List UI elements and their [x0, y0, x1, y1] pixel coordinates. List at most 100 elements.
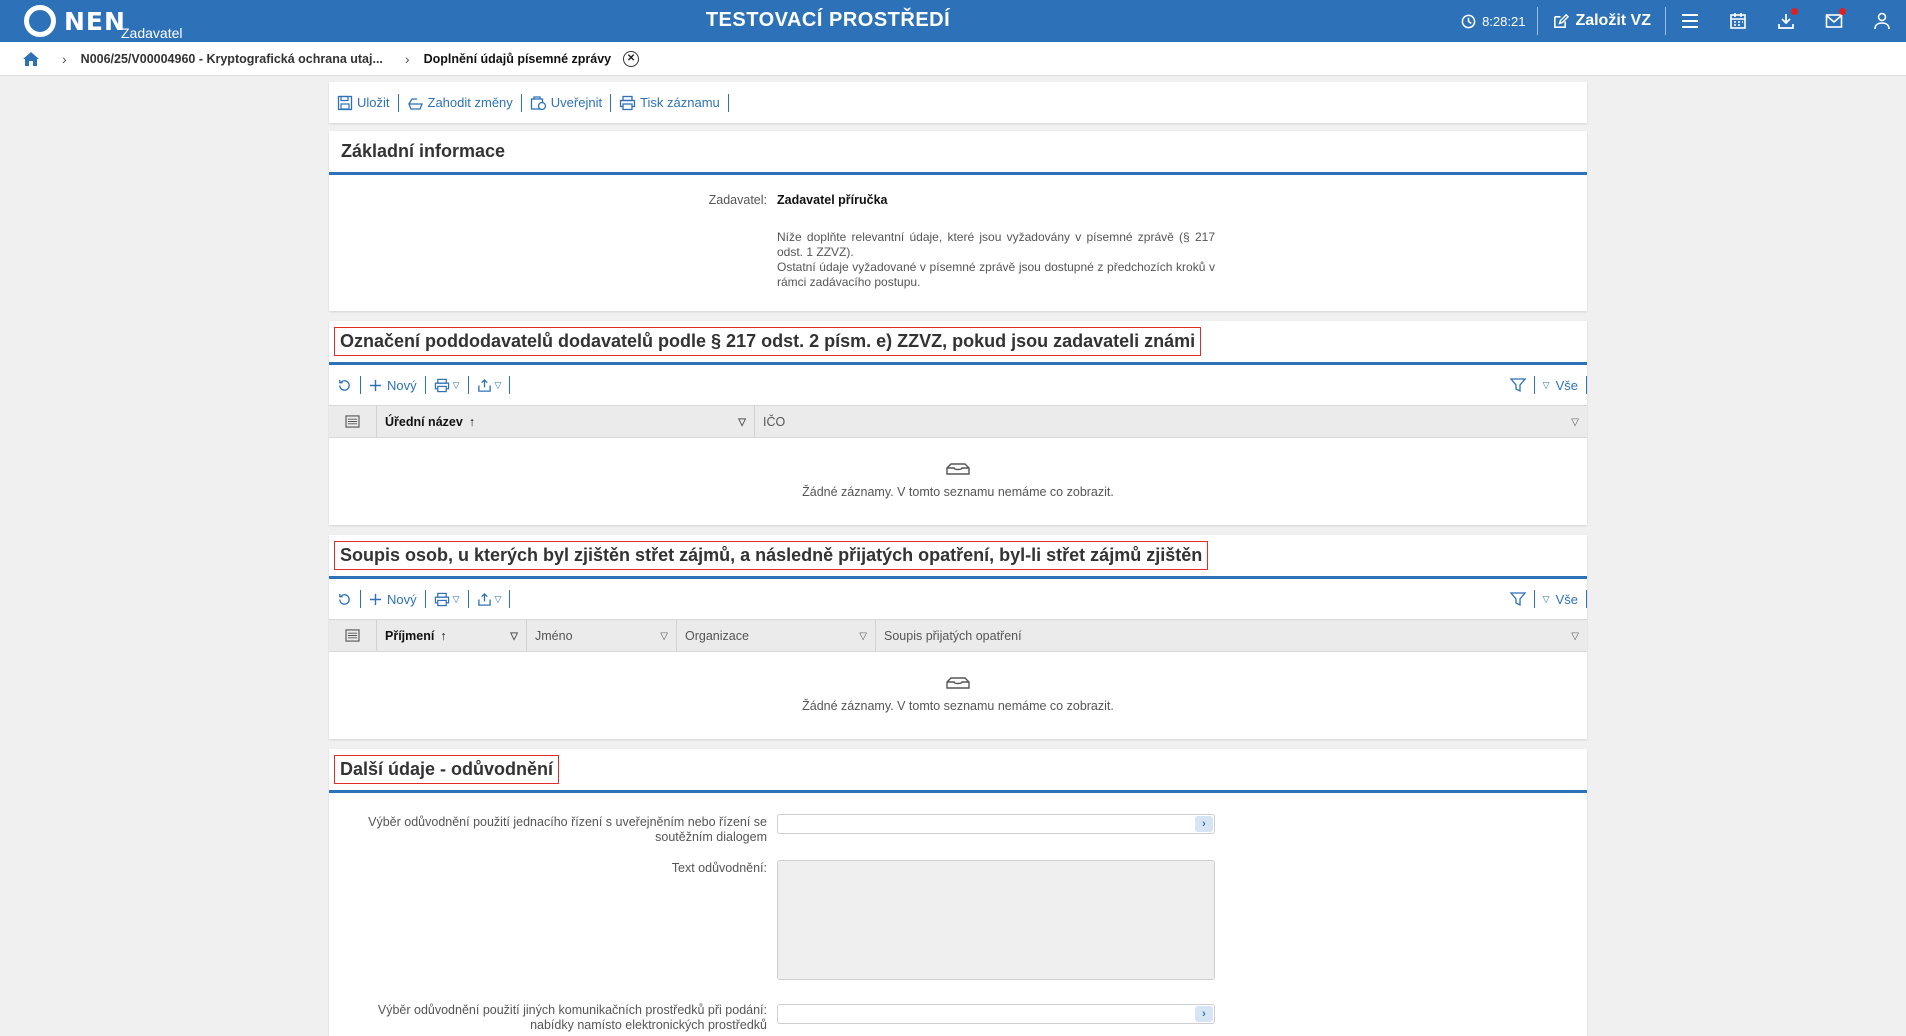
messages-button[interactable]: [1810, 0, 1858, 42]
communication-select[interactable]: ›: [777, 1004, 1215, 1024]
breadcrumb: › N006/25/V00004960 - Kryptografická och…: [0, 42, 1906, 76]
justification-panel: Další údaje - odůvodnění Výběr odůvodněn…: [329, 749, 1587, 1036]
column-settings-button[interactable]: [329, 406, 377, 437]
filter-all-label: Vše: [1555, 591, 1578, 607]
publish-button[interactable]: Uveřejnit: [530, 95, 602, 111]
printer-icon: [434, 378, 449, 392]
column-name-label: Úřední název: [385, 414, 463, 429]
breadcrumb-item-tender[interactable]: N006/25/V00004960 - Kryptografická ochra…: [81, 52, 383, 66]
printer-icon: [434, 592, 449, 606]
empty-state: Žádné záznamy. V tomto seznamu nemáme co…: [329, 438, 1587, 524]
column-menu-caret-icon[interactable]: ▽: [738, 417, 746, 428]
grid-toolbar: Nový ▽ ▽ ▽ Vše: [329, 365, 1587, 405]
filter-all-dropdown[interactable]: ▽ Vše: [1543, 378, 1578, 393]
column-settings-icon: [345, 629, 360, 642]
caret-down-icon: ▽: [452, 593, 460, 604]
envelope-icon: [1825, 14, 1843, 28]
refresh-button[interactable]: [337, 378, 352, 393]
action-toolbar: Uložit Zahodit změny Uveřejnit Tisk zázn…: [329, 82, 1587, 123]
info-note-line2: Ostatní údaje vyžadované v písemné zpráv…: [777, 260, 1215, 289]
column-menu-caret-icon[interactable]: ▽: [510, 631, 518, 642]
calendar-icon: [1730, 13, 1746, 29]
column-header-organization[interactable]: Organizace ▽: [677, 620, 876, 651]
empty-message: Žádné záznamy. V tomto seznamu nemáme co…: [802, 485, 1114, 499]
save-button[interactable]: Uložit: [337, 95, 390, 111]
print-record-button[interactable]: Tisk záznamu: [619, 95, 720, 111]
column-firstname-label: Jméno: [535, 628, 573, 643]
justification-select[interactable]: ›: [777, 814, 1215, 834]
save-label: Uložit: [357, 95, 390, 110]
divider: [467, 376, 469, 394]
divider: [1533, 376, 1535, 394]
column-settings-button[interactable]: [329, 620, 377, 651]
save-icon: [337, 95, 353, 110]
column-header-measures[interactable]: Soupis přijatých opatření ▽: [876, 620, 1587, 651]
filter-button[interactable]: [1509, 591, 1526, 607]
home-link[interactable]: [22, 51, 40, 67]
column-surname-label: Příjmení: [385, 628, 435, 643]
print-label: Tisk záznamu: [640, 95, 720, 110]
divider: [1586, 590, 1587, 608]
environment-title: TESTOVACÍ PROSTŘEDÍ: [705, 9, 951, 31]
caret-down-icon: ▽: [1542, 593, 1550, 604]
divider: [1533, 590, 1535, 608]
conflicts-title-text: Soupis osob, u kterých byl zjištěn střet…: [334, 541, 1209, 570]
basic-info-panel: Základní informace Zadavatel: Zadavatel …: [329, 131, 1587, 311]
menu-button[interactable]: [1666, 0, 1714, 42]
justification-textarea[interactable]: [777, 860, 1215, 980]
divider: [509, 590, 511, 608]
column-menu-caret-icon[interactable]: ▽: [859, 631, 867, 642]
downloads-button[interactable]: [1762, 0, 1810, 42]
chevron-right-icon[interactable]: ›: [1195, 1006, 1213, 1022]
divider: [360, 376, 361, 394]
sort-up-icon: ↑: [440, 628, 447, 643]
grid-header: Úřední název ↑ ▽ IČO ▽: [329, 405, 1587, 438]
funnel-icon: [1509, 378, 1526, 393]
funnel-icon: [1509, 592, 1526, 607]
column-header-ico[interactable]: IČO ▽: [755, 406, 1587, 437]
chevron-right-icon: ›: [62, 50, 67, 67]
refresh-button[interactable]: [337, 592, 352, 607]
filter-all-dropdown[interactable]: ▽ Vše: [1543, 592, 1578, 607]
column-header-name[interactable]: Úřední název ↑ ▽: [377, 406, 755, 437]
create-vz-button[interactable]: Založit VZ: [1538, 12, 1665, 30]
divider: [360, 590, 361, 608]
divider: [727, 93, 729, 112]
communication-select-label-line1: Výběr odůvodnění použití jiných komunika…: [377, 1003, 767, 1017]
chevron-right-icon[interactable]: ›: [1195, 816, 1213, 832]
column-header-surname[interactable]: Příjmení ↑ ▽: [377, 620, 527, 651]
column-menu-caret-icon[interactable]: ▽: [660, 631, 668, 642]
basic-info-title: Základní informace: [329, 131, 1587, 175]
refresh-icon: [339, 379, 350, 391]
justification-select-label-text: Výběr odůvodnění použití jednacího řízen…: [368, 815, 767, 844]
calendar-button[interactable]: [1714, 0, 1762, 42]
column-header-firstname[interactable]: Jméno ▽: [527, 620, 677, 651]
clock-icon: [1461, 14, 1476, 28]
export-menu-button[interactable]: ▽: [477, 378, 502, 393]
print-menu-button[interactable]: ▽: [434, 592, 460, 607]
column-menu-caret-icon[interactable]: ▽: [1571, 631, 1579, 642]
new-record-label: Nový: [387, 591, 417, 607]
close-tab-icon[interactable]: ✕: [623, 50, 640, 67]
top-bar: NEN Zadavatel TESTOVACÍ PROSTŘEDÍ 8:28:2…: [0, 0, 1906, 42]
discard-changes-button[interactable]: Zahodit změny: [407, 95, 513, 110]
divider: [397, 93, 399, 112]
column-menu-caret-icon[interactable]: ▽: [1571, 417, 1579, 428]
caret-down-icon: ▽: [494, 379, 502, 390]
user-button[interactable]: [1858, 0, 1906, 42]
new-record-button[interactable]: Nový: [369, 378, 417, 393]
print-menu-button[interactable]: ▽: [434, 378, 460, 393]
divider: [424, 590, 426, 608]
plus-icon: [369, 379, 382, 391]
export-icon: [477, 592, 491, 606]
home-icon: [23, 51, 39, 66]
subcontractors-title: Označení poddodavatelů dodavatelů podle …: [329, 321, 1587, 365]
info-note-line1: Níže doplňte relevantní údaje, které jso…: [777, 230, 1215, 259]
export-icon: [477, 378, 491, 392]
new-record-button[interactable]: Nový: [369, 592, 417, 607]
conflicts-title: Soupis osob, u kterých byl zjištěn střet…: [329, 535, 1587, 579]
sort-up-icon: ↑: [468, 414, 476, 429]
divider: [467, 590, 469, 608]
export-menu-button[interactable]: ▽: [477, 592, 501, 607]
filter-button[interactable]: [1509, 377, 1526, 393]
